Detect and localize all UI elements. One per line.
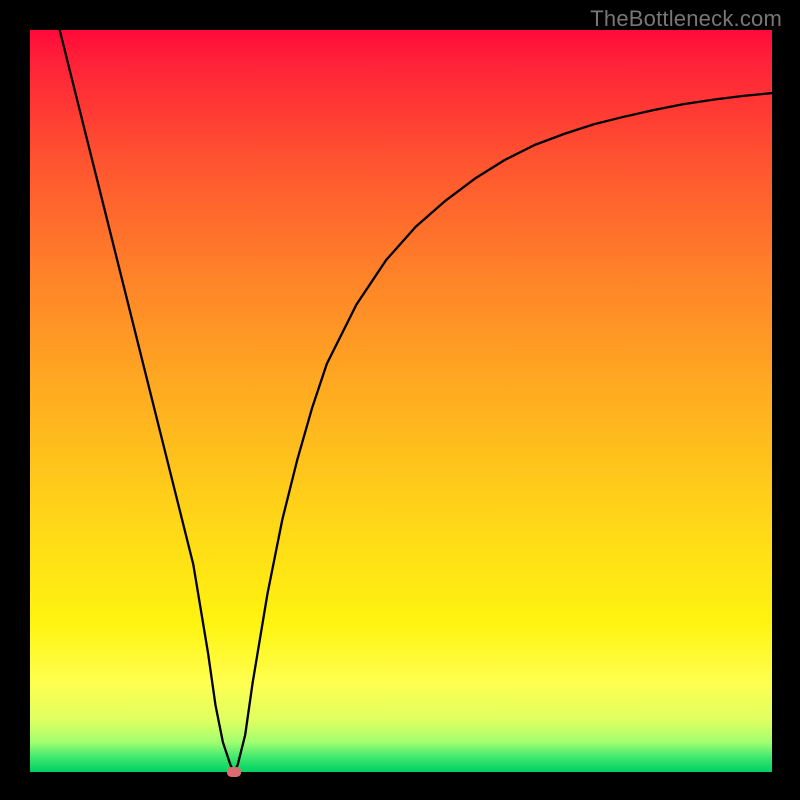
bottleneck-curve-svg <box>30 30 772 772</box>
chart-plot-area <box>30 30 772 772</box>
bottleneck-curve <box>60 30 772 772</box>
watermark-text: TheBottleneck.com <box>590 6 782 32</box>
minimum-marker <box>227 767 241 777</box>
